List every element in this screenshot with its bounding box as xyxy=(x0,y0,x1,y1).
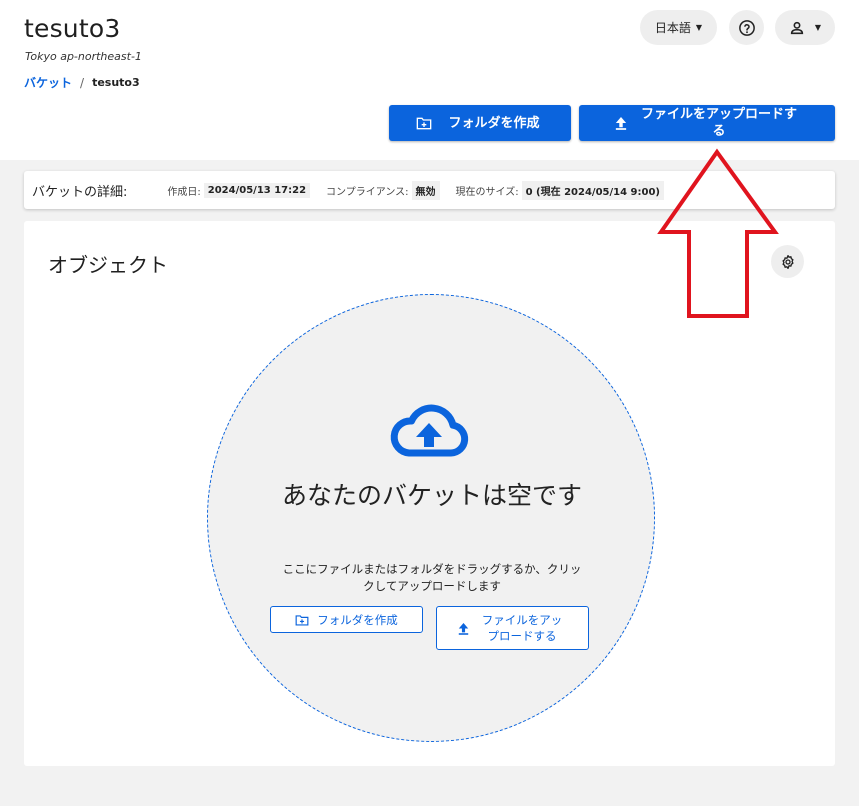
breadcrumb: バケット / tesuto3 xyxy=(24,74,140,91)
cloud-upload-icon xyxy=(390,404,469,457)
user-icon xyxy=(790,21,804,34)
chevron-down-icon: ▼ xyxy=(695,23,703,32)
create-folder-button[interactable]: フォルダを作成 xyxy=(389,105,571,141)
upload-dropzone[interactable]: あなたのバケットは空です ここにファイルまたはフォルダをドラッグするか、クリック… xyxy=(207,294,655,742)
breadcrumb-buckets-link[interactable]: バケット xyxy=(24,74,72,91)
gear-icon xyxy=(781,254,794,269)
help-button[interactable] xyxy=(729,10,764,45)
upload-icon xyxy=(615,117,627,130)
objects-title: オブジェクト xyxy=(48,253,168,277)
help-icon xyxy=(738,19,755,36)
empty-state-title: あなたのバケットは空です xyxy=(282,481,583,510)
dropzone-upload-files-button[interactable]: ファイルをアップロードする xyxy=(436,606,589,650)
folder-plus-icon xyxy=(416,117,432,130)
upload-files-label: ファイルをアップロードする xyxy=(640,107,797,139)
upload-files-button[interactable]: ファイルをアップロードする xyxy=(579,105,835,141)
page-title: tesuto3 xyxy=(24,14,121,43)
dropzone-upload-files-label: ファイルをアップロードする xyxy=(481,613,563,643)
upload-icon xyxy=(458,622,469,635)
language-menu-button[interactable]: 日本語 ▼ xyxy=(640,10,717,45)
compliance-value: 無効 xyxy=(411,180,440,200)
breadcrumb-separator: / xyxy=(80,75,85,90)
language-label: 日本語 xyxy=(654,21,691,35)
folder-plus-icon xyxy=(295,614,309,626)
create-folder-label: フォルダを作成 xyxy=(448,115,540,131)
breadcrumb-current: tesuto3 xyxy=(92,76,140,89)
annotation-arrow-up-icon xyxy=(657,148,779,318)
empty-state-hint: ここにファイルまたはフォルダをドラッグするか、クリックしてアップロードします xyxy=(282,562,582,593)
details-heading: バケットの詳細: xyxy=(32,184,128,200)
size-value: 0 (現在 2024/05/14 9:00) xyxy=(521,180,664,200)
chevron-down-icon: ▼ xyxy=(814,23,822,32)
page-header: tesuto3 Tokyo ap-northeast-1 バケット / tesu… xyxy=(0,0,859,160)
size-label: 現在のサイズ: xyxy=(455,186,519,198)
user-menu-button[interactable]: ▼ xyxy=(775,10,835,45)
created-label: 作成日: xyxy=(167,186,201,198)
region-label: Tokyo ap-northeast-1 xyxy=(25,50,142,63)
dropzone-create-folder-button[interactable]: フォルダを作成 xyxy=(270,606,423,633)
created-value: 2024/05/13 17:22 xyxy=(203,182,311,198)
dropzone-create-folder-label: フォルダを作成 xyxy=(317,612,398,627)
compliance-label: コンプライアンス: xyxy=(326,186,409,198)
